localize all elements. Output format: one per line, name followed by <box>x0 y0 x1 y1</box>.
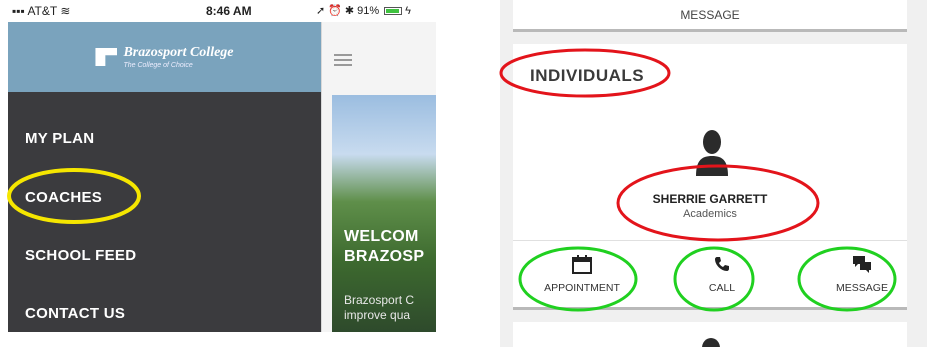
status-bar: ▪▪▪ AT&T ≋ 8:46 AM ➚ ⏰ ✱ 91% ϟ <box>8 0 436 22</box>
menu-item-contact-us[interactable]: CONTACT US <box>25 305 125 322</box>
menu-item-school-feed[interactable]: SCHOOL FEED <box>25 247 136 264</box>
hero-title-line-1: WELCOM <box>344 228 419 245</box>
appointment-button[interactable]: APPOINTMENT <box>527 254 637 294</box>
hero-body-line-1: Brazosport C <box>344 293 415 307</box>
logo-tagline: The College of Choice <box>123 61 193 69</box>
calendar-icon <box>572 255 592 274</box>
main-content-peek: WELCOM BRAZOSP Brazosport C improve qua <box>321 22 436 332</box>
status-right: ➚ ⏰ ✱ 91% ϟ <box>316 4 411 18</box>
previous-card: MESSAGE <box>513 0 907 32</box>
right-phone-screen: MESSAGE INDIVIDUALS SHERRIE GARRETT Acad… <box>500 0 927 347</box>
hero-title: WELCOM BRAZOSP <box>344 227 424 267</box>
section-title-individuals: INDIVIDUALS <box>530 66 645 85</box>
person-department: Academics <box>683 208 737 220</box>
battery-icon <box>384 6 403 15</box>
call-label: CALL <box>708 282 736 294</box>
carrier-name: AT&T <box>27 4 57 18</box>
chat-bubbles-icon <box>853 256 871 273</box>
location-icon: ➚ <box>316 5 326 17</box>
hero-body-line-2: improve qua <box>344 308 411 322</box>
welcome-hero-image: WELCOM BRAZOSP Brazosport C improve qua <box>332 95 436 332</box>
hero-title-line-2: BRAZOSP <box>344 248 425 265</box>
wifi-icon: ≋ <box>57 4 71 18</box>
logo-mark-icon <box>95 48 118 66</box>
logo-name: Brazosport College <box>123 44 234 60</box>
signal-icon: ▪▪▪ <box>12 4 28 18</box>
screenshot-stage: ▪▪▪ AT&T ≋ 8:46 AM ➚ ⏰ ✱ 91% ϟ Brazospor… <box>0 0 927 347</box>
next-person-avatar-icon <box>702 338 720 347</box>
nav-drawer: Brazosport College The College of Choice… <box>8 22 321 332</box>
college-logo: Brazosport College The College of Choice <box>95 44 234 69</box>
person-avatar-icon <box>696 130 728 176</box>
previous-card-message-label[interactable]: MESSAGE <box>513 8 907 22</box>
person-name: SHERRIE GARRETT <box>652 192 768 206</box>
charging-icon: ϟ <box>405 4 411 17</box>
appointment-label: APPOINTMENT <box>544 282 620 294</box>
left-phone-screen: ▪▪▪ AT&T ≋ 8:46 AM ➚ ⏰ ✱ 91% ϟ Brazospor… <box>8 0 436 332</box>
battery-percent: 91% <box>357 4 380 17</box>
bluetooth-icon: ✱ <box>344 5 355 17</box>
phone-icon <box>715 257 729 271</box>
menu-item-my-plan[interactable]: MY PLAN <box>25 130 94 147</box>
message-button[interactable]: MESSAGE <box>807 254 917 294</box>
message-label: MESSAGE <box>836 282 888 294</box>
hamburger-menu-icon[interactable] <box>334 54 352 66</box>
menu-item-coaches[interactable]: COACHES <box>25 189 102 206</box>
individuals-card: INDIVIDUALS SHERRIE GARRETT Academics AP… <box>513 44 907 310</box>
next-card <box>513 322 907 347</box>
divider <box>513 240 907 241</box>
carrier-label: ▪▪▪ AT&T ≋ <box>12 4 70 18</box>
alarm-icon: ⏰ <box>328 5 342 17</box>
status-time: 8:46 AM <box>206 4 252 18</box>
hero-body: Brazosport C improve qua <box>344 293 414 323</box>
call-button[interactable]: CALL <box>667 254 777 294</box>
drawer-header: Brazosport College The College of Choice <box>8 22 321 92</box>
